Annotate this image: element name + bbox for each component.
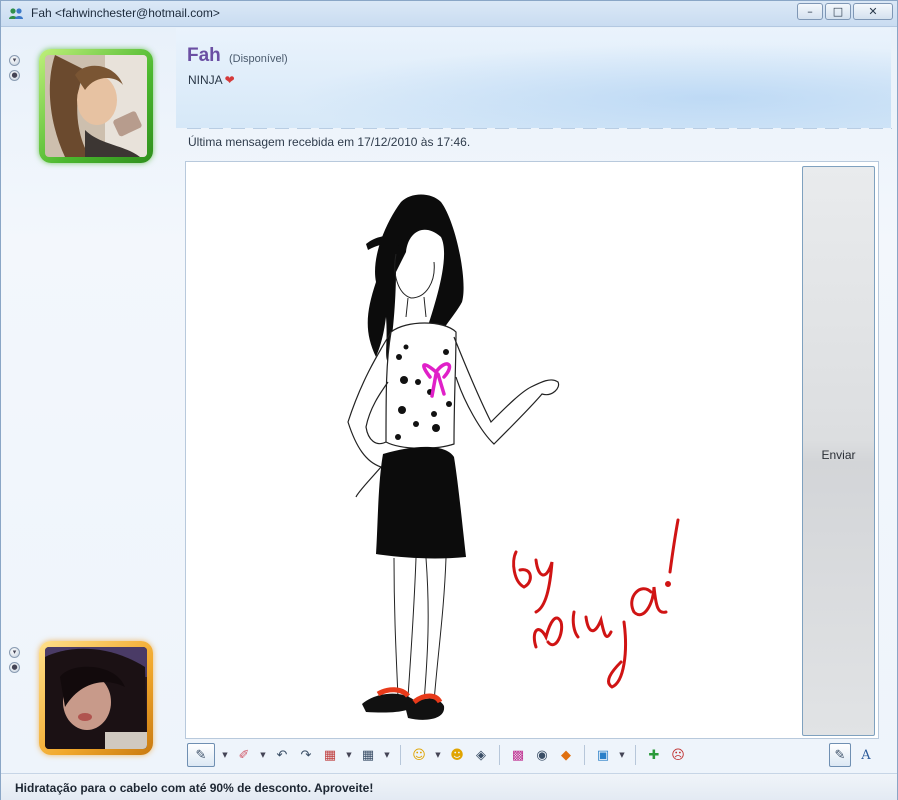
webcam-icon[interactable]: ● — [9, 662, 20, 673]
drawing-toolbar: ✎ ▼ ✐ ▼ ↶ ↷ ▦ ▼ ▦ ▼ ☺ ▼ ☻ ◈ ▩ ◉ ◆ ▣ ▼ ✚ … — [185, 740, 879, 770]
window-controls: – □ ✕ — [797, 3, 893, 20]
handwriting-mode-icon[interactable]: ✎ — [829, 743, 851, 767]
contact-avatar-controls: ▾ ● — [9, 55, 21, 85]
last-message-info: Última mensagem recebida em 17/12/2010 à… — [188, 135, 471, 149]
title-bar[interactable]: Fah <fahwinchester@hotmail.com> – □ ✕ — [1, 1, 897, 27]
redo-icon[interactable]: ↷ — [297, 743, 315, 767]
wink-icon[interactable]: ☻ — [448, 743, 466, 767]
invite-contact-icon[interactable]: ✚ — [645, 743, 663, 767]
toolbar-separator — [635, 745, 636, 765]
self-avatar-controls: ▾ ● — [9, 647, 21, 677]
voice-clip-icon[interactable]: ◉ — [533, 743, 551, 767]
chevron-down-icon[interactable]: ▼ — [383, 743, 391, 767]
eraser-icon[interactable]: ✐ — [235, 743, 253, 767]
maximize-icon[interactable]: □ — [825, 3, 851, 20]
chevron-down-icon[interactable]: ▾ — [9, 55, 20, 66]
ad-link[interactable]: Hidratação para o cabelo com até 90% de … — [15, 781, 373, 795]
toolbar-separator — [499, 745, 500, 765]
text-mode-controls: ✎ A — [829, 743, 875, 767]
games-icon[interactable]: ◆ — [557, 743, 575, 767]
window-title: Fah <fahwinchester@hotmail.com> — [31, 6, 220, 20]
toolbar-separator — [584, 745, 585, 765]
ad-bar: Hidratação para o cabelo com até 90% de … — [1, 773, 897, 800]
chevron-down-icon[interactable]: ▾ — [9, 647, 20, 658]
block-contact-icon[interactable]: ☹ — [669, 743, 687, 767]
contact-name[interactable]: Fah — [187, 45, 221, 67]
emoticon-icon[interactable]: ☺ — [410, 743, 428, 767]
heart-icon: ❤ — [224, 73, 235, 87]
font-icon[interactable]: A — [857, 743, 875, 767]
self-photo — [45, 647, 147, 749]
send-button[interactable]: Enviar — [802, 166, 875, 736]
header-background — [176, 28, 891, 128]
ink-drawing — [347, 194, 680, 720]
undo-icon[interactable]: ↶ — [273, 743, 291, 767]
personal-message-text: NINJA — [188, 73, 223, 87]
chevron-down-icon[interactable]: ▼ — [618, 743, 626, 767]
header-divider — [187, 128, 892, 129]
self-avatar[interactable] — [39, 641, 153, 755]
conversation-area[interactable]: Enviar — [185, 161, 879, 739]
backgrounds-icon[interactable]: ▩ — [509, 743, 527, 767]
background-color-icon[interactable]: ▦ — [321, 743, 339, 767]
close-icon[interactable]: ✕ — [853, 3, 893, 20]
toolbar-separator — [400, 745, 401, 765]
nudge-icon[interactable]: ◈ — [472, 743, 490, 767]
webcam-icon[interactable]: ● — [9, 70, 20, 81]
contact-personal-message: NINJA ❤ — [188, 73, 235, 87]
chevron-down-icon[interactable]: ▼ — [434, 743, 442, 767]
contact-photo — [45, 55, 147, 157]
send-button-label: Enviar — [821, 448, 856, 462]
messenger-window: Fah <fahwinchester@hotmail.com> – □ ✕ Fa… — [0, 0, 898, 800]
chevron-down-icon[interactable]: ▼ — [345, 743, 353, 767]
contact-avatar[interactable] — [39, 49, 153, 163]
pen-icon[interactable]: ✎ — [187, 743, 215, 767]
minimize-icon[interactable]: – — [797, 3, 823, 20]
messenger-app-icon — [9, 8, 23, 19]
chevron-down-icon[interactable]: ▼ — [221, 743, 229, 767]
grid-icon[interactable]: ▦ — [359, 743, 377, 767]
share-files-icon[interactable]: ▣ — [594, 743, 612, 767]
contact-status: (Disponível) — [229, 53, 288, 65]
chevron-down-icon[interactable]: ▼ — [259, 743, 267, 767]
